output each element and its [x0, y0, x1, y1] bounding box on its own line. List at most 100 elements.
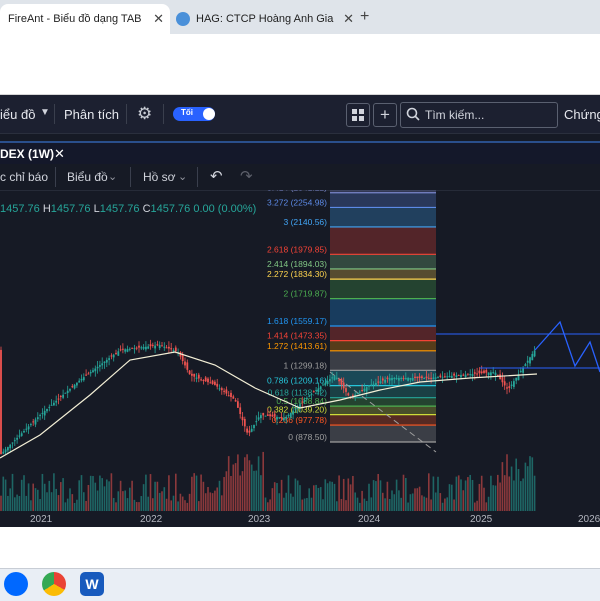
volume-bar — [379, 480, 382, 511]
close-label: C — [142, 203, 151, 215]
candle-body — [237, 401, 239, 408]
candle-body — [326, 380, 329, 385]
new-tab-button[interactable]: + — [360, 8, 369, 26]
symbol-tab[interactable]: DEX (1W) — [0, 147, 54, 161]
candle-body — [250, 428, 253, 432]
volume-bar — [53, 473, 55, 511]
divider — [130, 167, 131, 187]
volume-bar — [92, 476, 94, 511]
gear-icon[interactable]: ⚙ — [137, 104, 152, 124]
indicators-button[interactable]: c chỉ báo — [0, 170, 48, 184]
candle-body — [464, 374, 467, 378]
volume-bar — [170, 500, 172, 511]
zalo-icon[interactable] — [4, 572, 28, 596]
candle-body — [289, 412, 292, 418]
browser-tab-fireant[interactable]: FireAnt - Biểu đồ dạng TAB ✕ — [0, 4, 170, 34]
candle-body — [32, 421, 35, 423]
candle-body — [480, 371, 483, 374]
analysis-button[interactable]: Phân tích — [64, 107, 119, 122]
volume-bar — [122, 491, 124, 511]
candle-body — [531, 353, 534, 361]
browser-tab-hag[interactable]: HAG: CTCP Hoàng Anh Gia Lai ✕ — [168, 4, 360, 34]
volume-bar — [310, 497, 313, 511]
candle-body — [356, 393, 359, 395]
candle-body — [333, 375, 336, 381]
chrome-icon[interactable] — [42, 572, 66, 596]
candle-body — [393, 378, 396, 379]
volume-bar — [14, 497, 16, 511]
x-tick-label: 2022 — [140, 514, 163, 525]
word-icon[interactable]: W — [80, 572, 104, 596]
profile-button[interactable]: Hồ sơ — [143, 170, 176, 184]
candle-body — [446, 376, 449, 378]
chart-type-button[interactable]: Biểu đồ — [67, 170, 108, 184]
candle-body — [239, 407, 242, 414]
chevron-down-icon[interactable]: ▼ — [40, 107, 50, 118]
candle-body — [358, 391, 361, 393]
volume-bar — [453, 499, 455, 511]
close-tab-icon[interactable]: ✕ — [343, 11, 354, 27]
undo-icon[interactable]: ↶ — [210, 167, 223, 185]
volume-bar — [255, 470, 258, 511]
candle-body — [414, 376, 416, 378]
volume-bar — [241, 471, 244, 511]
volume-bar — [370, 497, 373, 511]
close-tab-icon[interactable]: ✕ — [153, 11, 164, 27]
candle-body — [243, 419, 246, 427]
chevron-down-icon[interactable]: ⌄ — [108, 170, 117, 183]
volume-bar — [244, 457, 246, 511]
candle-body — [476, 373, 478, 375]
candle-body — [110, 355, 113, 357]
browser-toolbar — [0, 34, 600, 95]
redo-icon[interactable]: ↷ — [240, 167, 253, 185]
candle-body — [372, 383, 375, 385]
candle-body — [292, 410, 294, 415]
candle-body — [319, 386, 322, 390]
price-chart[interactable]: 4.236 (2620.97)4 (2561.24)3.618 (2400.54… — [0, 190, 600, 515]
add-button[interactable]: + — [373, 103, 397, 127]
candle-body — [200, 379, 202, 381]
securities-menu[interactable]: Chứng — [564, 107, 600, 122]
candle-body — [53, 402, 55, 406]
candle-body — [409, 378, 412, 380]
volume-bar — [437, 476, 439, 511]
volume-bar — [448, 484, 451, 511]
candle-body — [78, 380, 81, 383]
candle-body — [266, 414, 269, 416]
volume-bar — [50, 492, 53, 511]
volume-bar — [352, 475, 354, 511]
search-input[interactable]: Tìm kiếm... — [400, 102, 558, 128]
volume-bar — [301, 499, 304, 511]
candle-body — [9, 444, 12, 449]
volume-bar — [269, 499, 271, 511]
chevron-down-icon[interactable]: ⌄ — [178, 170, 187, 183]
candle-body — [404, 378, 407, 380]
volume-bar — [177, 501, 179, 511]
volume-bar — [503, 475, 506, 511]
close-symbol-icon[interactable]: ✕ — [54, 146, 65, 162]
candle-body — [202, 380, 205, 382]
candle-body — [57, 398, 60, 400]
candle-body — [255, 421, 258, 423]
candle-body — [50, 404, 53, 406]
candle-body — [122, 348, 124, 350]
fib-band — [330, 254, 436, 269]
volume-bar — [278, 493, 281, 511]
symbol-tab-bar: DEX (1W) ✕ — [0, 141, 600, 166]
volume-bar — [57, 495, 60, 511]
volume-bar — [329, 481, 331, 511]
volume-bar — [462, 490, 465, 511]
volume-bar — [237, 454, 239, 511]
layout-grid-button[interactable] — [346, 103, 370, 127]
volume-bar — [175, 473, 177, 511]
volume-bar — [469, 474, 471, 511]
volume-bar — [124, 490, 126, 511]
candle-body — [41, 412, 44, 414]
candle-body — [473, 372, 476, 374]
volume-bar — [476, 500, 478, 511]
volume-bar — [138, 502, 140, 511]
chart-menu-button[interactable]: iểu đồ — [0, 107, 35, 122]
candle-body — [503, 381, 506, 386]
candle-body — [278, 417, 281, 419]
volume-bar — [145, 474, 147, 511]
